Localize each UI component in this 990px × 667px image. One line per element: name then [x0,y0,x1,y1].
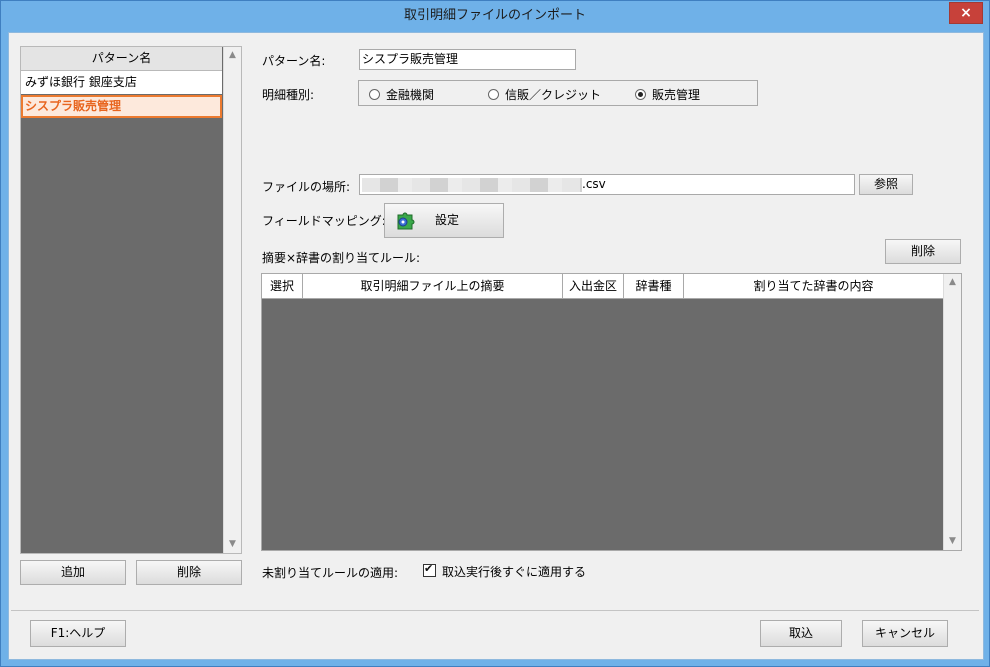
radio-unchecked-icon [488,89,499,100]
rules-table-scrollbar[interactable]: ▲ ▼ [943,274,961,550]
column-header-dictionary-content[interactable]: 割り当てた辞書の内容 [684,274,944,298]
checkbox-checked-icon [423,562,436,577]
scroll-up-icon[interactable]: ▲ [944,274,961,291]
column-header-in-out[interactable]: 入出金区 [563,274,624,298]
column-header-summary[interactable]: 取引明細ファイル上の摘要 [303,274,563,298]
pattern-list-scrollbar[interactable]: ▲ ▼ [223,47,241,553]
rules-delete-button[interactable]: 削除 [885,239,961,264]
pattern-name-input[interactable]: シスプラ販売管理 [359,49,576,70]
file-location-input[interactable]: .csv [359,174,855,195]
radio-financial-institution[interactable]: 金融機関 [369,86,434,103]
statement-type-group: 金融機関 信販／クレジット 販売管理 [358,80,758,106]
unassigned-rule-label: 未割り当てルールの適用: [262,566,399,580]
pattern-list-item-selected[interactable]: シスプラ販売管理 [21,95,222,118]
footer-separator [11,610,979,611]
add-pattern-button[interactable]: 追加 [20,560,126,585]
import-button[interactable]: 取込 [760,620,842,647]
cancel-button[interactable]: キャンセル [862,620,948,647]
puzzle-gear-icon [397,212,415,230]
apply-immediately-checkbox[interactable]: 取込実行後すぐに適用する [423,562,586,580]
scroll-up-icon[interactable]: ▲ [224,47,241,64]
rules-label: 摘要×辞書の割り当てルール: [262,251,421,265]
help-button[interactable]: F1:ヘルプ [30,620,126,647]
rules-table-header: 選択 取引明細ファイル上の摘要 入出金区 辞書種 割り当てた辞書の内容 [262,274,944,299]
radio-checked-icon [635,89,646,100]
scroll-down-icon[interactable]: ▼ [224,536,241,553]
radio-unchecked-icon [369,89,380,100]
column-header-dictionary-type[interactable]: 辞書種 [624,274,684,298]
column-header-select[interactable]: 選択 [262,274,303,298]
field-mapping-settings-button[interactable]: 設定 [384,203,504,238]
pattern-list-header: パターン名 [21,47,222,71]
scroll-down-icon[interactable]: ▼ [944,533,961,550]
dialog-client-area: パターン名 みずほ銀行 銀座支店 シスプラ販売管理 ▲ ▼ 追加 削除 パターン… [8,32,984,660]
close-button[interactable]: × [949,2,983,24]
rules-table[interactable]: 選択 取引明細ファイル上の摘要 入出金区 辞書種 割り当てた辞書の内容 ▲ ▼ [261,273,962,551]
redacted-path [362,177,582,192]
file-location-label: ファイルの場所: [262,180,351,194]
pattern-list-item[interactable]: みずほ銀行 銀座支店 [21,71,222,94]
pattern-name-label: パターン名: [262,54,326,68]
browse-button[interactable]: 参照 [859,174,913,195]
field-mapping-label: フィールドマッピング: [262,214,386,228]
pattern-list[interactable]: パターン名 みずほ銀行 銀座支店 シスプラ販売管理 ▲ ▼ [20,46,242,554]
delete-pattern-button[interactable]: 削除 [136,560,242,585]
statement-type-label: 明細種別: [262,88,315,102]
radio-credit[interactable]: 信販／クレジット [488,86,601,103]
import-dialog-window: 取引明細ファイルのインポート × パターン名 みずほ銀行 銀座支店 シスプラ販売… [0,0,990,667]
window-title: 取引明細ファイルのインポート [403,8,586,23]
radio-sales-management[interactable]: 販売管理 [635,86,700,103]
